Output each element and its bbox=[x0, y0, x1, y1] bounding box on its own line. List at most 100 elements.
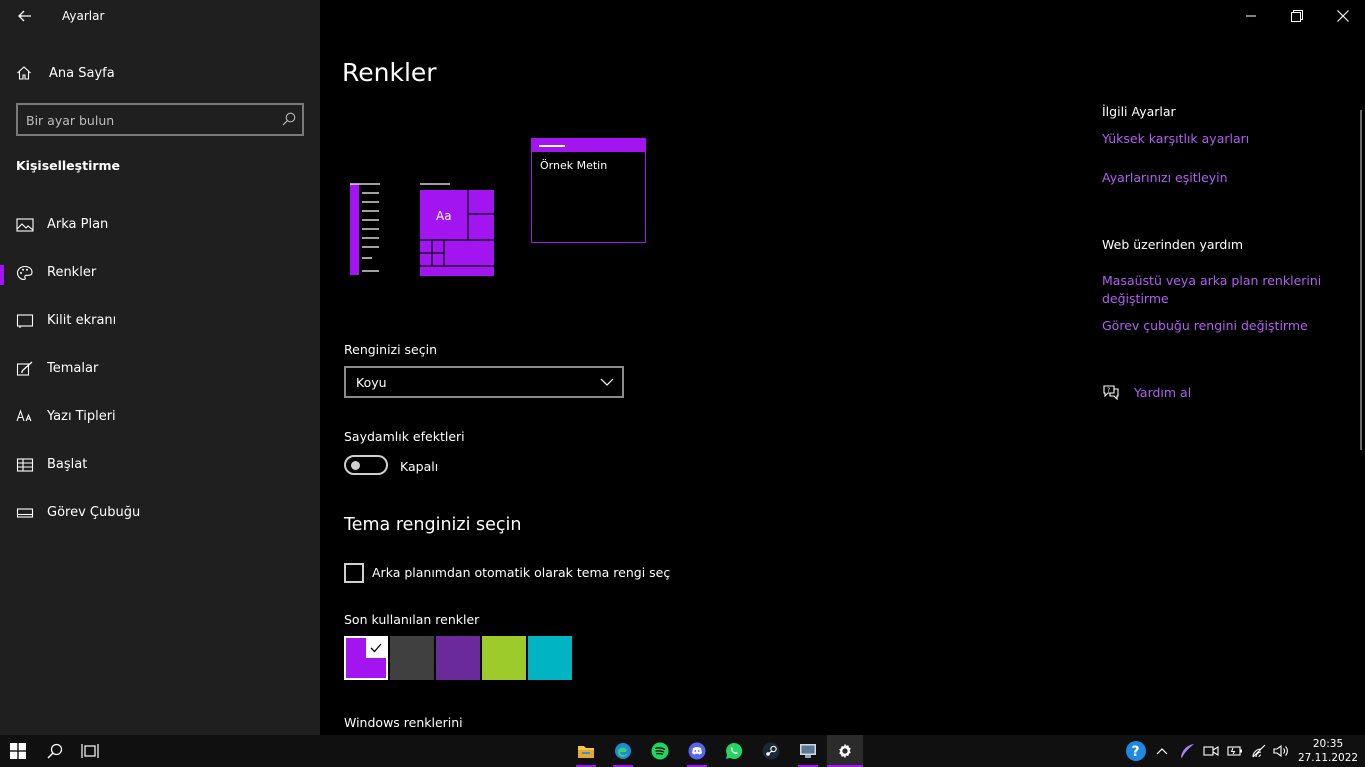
sidebar-item-colors[interactable]: Renkler bbox=[0, 253, 320, 293]
app-title: Ayarlar bbox=[62, 9, 105, 23]
lock-screen-icon bbox=[16, 314, 34, 328]
file-explorer-icon bbox=[578, 746, 594, 758]
transparency-toggle[interactable] bbox=[344, 455, 388, 475]
color-mode-dropdown[interactable]: Koyu bbox=[344, 366, 624, 398]
windows-colors-label: Windows renklerini bbox=[344, 715, 463, 730]
toggle-knob bbox=[351, 461, 360, 470]
sidebar-item-label: Arka Plan bbox=[47, 217, 109, 232]
sidebar-item-label: Başlat bbox=[47, 457, 88, 472]
feather-pen-icon bbox=[1181, 744, 1194, 758]
search-icon bbox=[47, 743, 63, 759]
wifi-icon bbox=[1252, 744, 1266, 758]
home-label: Ana Sayfa bbox=[49, 66, 115, 81]
system-clock[interactable]: 20:35 27.11.2022 bbox=[1296, 737, 1360, 765]
picture-icon bbox=[16, 218, 34, 232]
get-help-link[interactable]: Yardım al bbox=[1134, 384, 1365, 402]
check-icon bbox=[366, 638, 386, 658]
pen-workspace-button[interactable] bbox=[1176, 735, 1198, 767]
steam-icon bbox=[762, 742, 780, 760]
scrollbar[interactable] bbox=[1360, 110, 1362, 450]
start-button[interactable] bbox=[0, 735, 36, 767]
auto-color-label: Arka planımdan otomatik olarak tema reng… bbox=[372, 565, 671, 580]
remote-desktop-button[interactable] bbox=[790, 735, 826, 767]
high-contrast-link[interactable]: Yüksek karşıtlık ayarları bbox=[1102, 130, 1342, 148]
sidebar-item-label: Temalar bbox=[47, 361, 99, 376]
spotify-icon bbox=[651, 742, 669, 760]
task-view-button[interactable] bbox=[72, 735, 108, 767]
help-circle-icon: ? bbox=[1126, 741, 1146, 761]
brush-icon bbox=[16, 361, 33, 376]
network-button[interactable] bbox=[1248, 735, 1270, 767]
sync-settings-link[interactable]: Ayarlarınızı eşitleyin bbox=[1102, 169, 1342, 187]
discord-button[interactable] bbox=[679, 735, 715, 767]
page-title: Renkler bbox=[342, 58, 437, 87]
search-button[interactable] bbox=[37, 735, 73, 767]
remote-desktop-icon bbox=[800, 744, 816, 758]
home-link[interactable]: Ana Sayfa bbox=[0, 56, 320, 90]
svg-text:?: ? bbox=[1132, 744, 1140, 760]
sidebar-item-lock-screen[interactable]: Kilit ekranı bbox=[0, 301, 320, 341]
settings-search[interactable] bbox=[16, 103, 304, 136]
sidebar-item-label: Kilit ekranı bbox=[47, 313, 117, 328]
back-button[interactable] bbox=[12, 4, 38, 28]
clock-time: 20:35 bbox=[1312, 738, 1344, 750]
taskbar-icon bbox=[16, 508, 34, 518]
minimize-button[interactable] bbox=[1228, 0, 1274, 32]
sidebar-item-taskbar[interactable]: Görev Çubuğu bbox=[0, 493, 320, 533]
whatsapp-button[interactable] bbox=[716, 735, 752, 767]
sidebar-item-label: Renkler bbox=[47, 265, 97, 280]
file-explorer-button[interactable] bbox=[568, 735, 604, 767]
battery-button[interactable] bbox=[1224, 735, 1246, 767]
related-heading: İlgili Ayarlar bbox=[1102, 104, 1176, 119]
preview-tile-text: Aa bbox=[436, 209, 452, 223]
preview-window: Örnek Metin bbox=[531, 138, 646, 243]
color-preview: Aa Örnek Metin bbox=[344, 136, 654, 281]
volume-button[interactable] bbox=[1270, 735, 1292, 767]
auto-color-checkbox[interactable] bbox=[344, 563, 364, 583]
color-swatch[interactable] bbox=[390, 636, 434, 680]
sidebar-item-start[interactable]: Başlat bbox=[0, 445, 320, 485]
restore-button[interactable] bbox=[1274, 0, 1320, 32]
steam-button[interactable] bbox=[753, 735, 789, 767]
color-swatch[interactable] bbox=[344, 636, 388, 680]
settings-sidebar: Ayarlar Ana Sayfa Kişiselleştirme Arka P… bbox=[0, 0, 320, 735]
desktop-colors-help-link[interactable]: Masaüstü veya arka plan renklerini değiş… bbox=[1102, 272, 1342, 308]
home-icon bbox=[17, 66, 31, 80]
sidebar-item-label: Yazı Tipleri bbox=[47, 409, 116, 424]
taskbar-color-help-link[interactable]: Görev çubuğu rengini değiştirme bbox=[1102, 317, 1342, 335]
edge-button[interactable] bbox=[605, 735, 641, 767]
toggle-state-label: Kapalı bbox=[400, 459, 439, 474]
search-input[interactable] bbox=[26, 111, 266, 129]
taskbar: ? 20:35 27.11.2022 bbox=[0, 735, 1365, 767]
fonts-icon bbox=[16, 409, 32, 422]
spotify-button[interactable] bbox=[642, 735, 678, 767]
back-arrow-icon bbox=[18, 10, 31, 22]
battery-icon bbox=[1227, 746, 1242, 756]
color-swatch[interactable] bbox=[436, 636, 480, 680]
show-hidden-icons-button[interactable] bbox=[1152, 735, 1172, 767]
volume-icon bbox=[1273, 744, 1288, 758]
task-view-icon bbox=[81, 744, 99, 758]
color-swatch[interactable] bbox=[528, 636, 572, 680]
clock-date: 27.11.2022 bbox=[1297, 752, 1359, 764]
sidebar-item-fonts[interactable]: Yazı Tipleri bbox=[0, 397, 320, 437]
sidebar-item-label: Görev Çubuğu bbox=[47, 505, 141, 520]
meet-now-button[interactable] bbox=[1200, 735, 1222, 767]
dropdown-value: Koyu bbox=[356, 375, 387, 390]
sidebar-item-background[interactable]: Arka Plan bbox=[0, 205, 320, 245]
close-button[interactable] bbox=[1320, 0, 1365, 32]
transparency-label: Saydamlık efektleri bbox=[344, 429, 465, 444]
search-icon[interactable] bbox=[282, 112, 296, 126]
svg-text:?: ? bbox=[1107, 387, 1110, 394]
preview-window-titlebar bbox=[532, 139, 645, 152]
preview-sample-text: Örnek Metin bbox=[540, 159, 608, 172]
sidebar-item-themes[interactable]: Temalar bbox=[0, 349, 320, 389]
theme-color-heading: Tema renginizi seçin bbox=[344, 515, 522, 535]
settings-button[interactable] bbox=[827, 735, 863, 767]
help-tray-button[interactable]: ? bbox=[1124, 735, 1148, 767]
whatsapp-icon bbox=[726, 742, 743, 759]
edge-icon bbox=[615, 743, 631, 759]
discord-icon bbox=[688, 742, 706, 760]
color-swatch[interactable] bbox=[482, 636, 526, 680]
restore-icon bbox=[1291, 10, 1303, 22]
